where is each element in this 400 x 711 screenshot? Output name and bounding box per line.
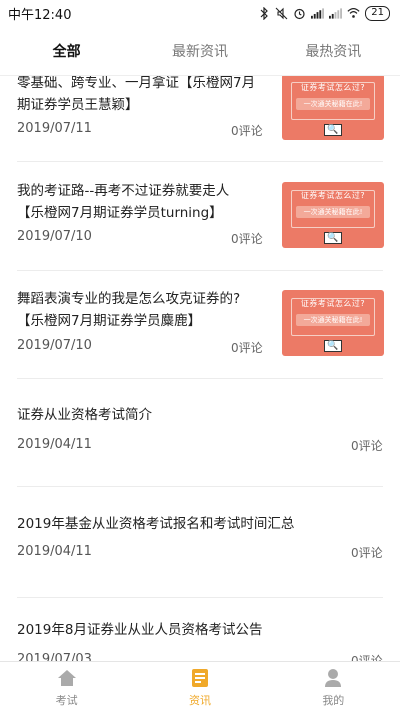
status-time: 中午12:40: [8, 7, 72, 23]
article-title: 我的考证路--再考不过证券就要走人 【乐橙网7月期证券学员turning】: [17, 183, 230, 221]
battery-indicator: 21: [365, 5, 390, 21]
magnifier-icon: 🔍: [324, 340, 342, 352]
comment-count: 0评论: [231, 341, 263, 355]
thumbnail-headline: 证券考试怎么过?: [300, 83, 366, 92]
article-date: 2019/04/11: [17, 437, 92, 452]
article-thumbnail: 证券考试怎么过? 一次通关秘籍在此! 🔍: [282, 182, 384, 248]
article-title: 证券从业资格考试简介: [17, 407, 152, 423]
comment-count: 0评论: [231, 124, 263, 138]
status-bar: 中午12:40 21: [0, 0, 400, 26]
divider: [17, 270, 383, 271]
divider: [17, 378, 383, 379]
list-item[interactable]: 2019年8月证券业从业人员资格考试公告 2019/07/03 0评论: [0, 619, 400, 661]
article-title: 舞蹈表演专业的我是怎么攻克证券的? 【乐橙网7月期证券学员麋鹿】: [17, 291, 241, 329]
home-icon: [56, 667, 78, 689]
nav-exam[interactable]: 考试: [0, 662, 133, 711]
wifi-icon: [347, 7, 360, 20]
signal-icon: [311, 7, 325, 20]
comment-count: 0评论: [351, 654, 383, 661]
comment-count: 0评论: [231, 232, 263, 246]
magnifier-icon: 🔍: [324, 124, 342, 136]
tab-all[interactable]: 全部: [0, 26, 133, 75]
signal-icon-2: [329, 7, 343, 20]
thumbnail-subline: 一次通关秘籍在此!: [296, 98, 370, 110]
nav-mine[interactable]: 我的: [267, 662, 400, 711]
alarm-icon: [293, 7, 306, 20]
comment-count: 0评论: [351, 546, 383, 560]
user-icon: [322, 667, 344, 689]
list-item[interactable]: 我的考证路--再考不过证券就要走人 【乐橙网7月期证券学员turning】 20…: [0, 180, 400, 280]
article-title: 2019年8月证券业从业人员资格考试公告: [17, 622, 263, 638]
nav-news-label: 资讯: [188, 694, 211, 707]
list-item[interactable]: 零基础、跨专业、一月拿证【乐橙网7月 期证券学员王慧颖】 2019/07/11 …: [0, 76, 400, 172]
news-icon: [189, 667, 211, 689]
article-date: 2019/07/10: [17, 338, 92, 353]
tab-hottest[interactable]: 最热资讯: [267, 26, 400, 75]
article-title: 零基础、跨专业、一月拿证【乐橙网7月 期证券学员王慧颖】: [17, 76, 256, 113]
thumbnail-subline: 一次通关秘籍在此!: [296, 314, 370, 326]
bluetooth-icon: [257, 6, 270, 20]
thumbnail-headline: 证券考试怎么过?: [300, 299, 366, 308]
article-thumbnail: 证券考试怎么过? 一次通关秘籍在此! 🔍: [282, 290, 384, 356]
article-date: 2019/07/03: [17, 652, 92, 661]
divider: [17, 486, 383, 487]
tab-latest[interactable]: 最新资讯: [133, 26, 266, 75]
thumbnail-subline: 一次通关秘籍在此!: [296, 206, 370, 218]
list-item[interactable]: 证券从业资格考试简介 2019/04/11 0评论: [0, 398, 400, 498]
tab-bar: 全部 最新资讯 最热资讯: [0, 26, 400, 76]
bottom-nav: 考试 资讯 我的: [0, 661, 400, 711]
status-icons: 21: [257, 5, 390, 21]
magnifier-icon: 🔍: [324, 232, 342, 244]
article-thumbnail: 证券考试怎么过? 一次通关秘籍在此! 🔍: [282, 76, 384, 140]
article-date: 2019/07/11: [17, 121, 92, 136]
comment-count: 0评论: [351, 439, 383, 453]
divider: [17, 597, 383, 598]
nav-exam-label: 考试: [55, 694, 78, 707]
list-item[interactable]: 2019年基金从业资格考试报名和考试时间汇总 2019/04/11 0评论: [0, 509, 400, 609]
article-list: 零基础、跨专业、一月拿证【乐橙网7月 期证券学员王慧颖】 2019/07/11 …: [0, 76, 400, 661]
mute-icon: [275, 7, 288, 20]
thumbnail-headline: 证券考试怎么过?: [300, 191, 366, 200]
article-title: 2019年基金从业资格考试报名和考试时间汇总: [17, 516, 295, 532]
nav-mine-label: 我的: [322, 694, 345, 707]
nav-news[interactable]: 资讯: [133, 662, 266, 711]
list-item[interactable]: 舞蹈表演专业的我是怎么攻克证券的? 【乐橙网7月期证券学员麋鹿】 2019/07…: [0, 288, 400, 388]
article-date: 2019/07/10: [17, 229, 92, 244]
article-date: 2019/04/11: [17, 544, 92, 559]
divider: [17, 161, 383, 162]
